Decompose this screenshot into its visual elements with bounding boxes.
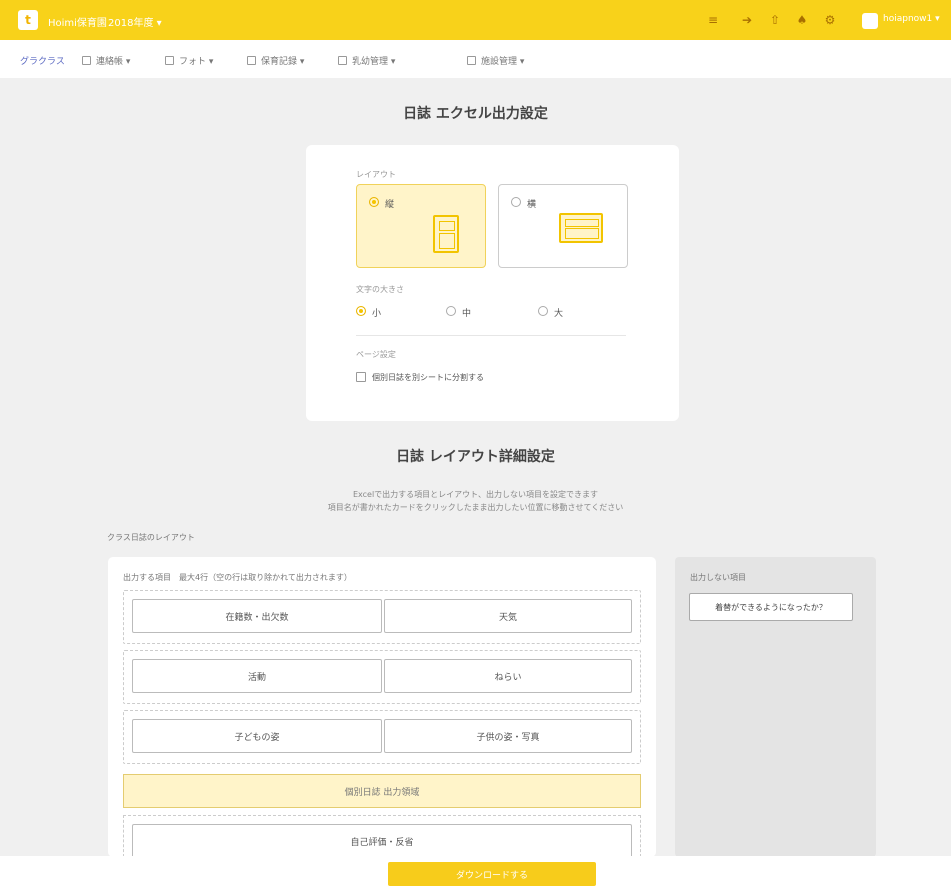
nav-item-infant-management[interactable]: 乳幼管理 ▾ (338, 54, 395, 67)
font-size-large-radio[interactable] (538, 306, 548, 316)
output-items-panel: 出力する項目 最大4行（空の行は取り除かれて出力されます） 在籍数・出欠数 天気… (108, 557, 656, 858)
landscape-layout-icon (559, 213, 603, 243)
layout-row: 子どもの姿 子供の姿・写真 (123, 710, 641, 764)
split-sheets-checkbox[interactable] (356, 372, 366, 382)
nav-item-facility-management[interactable]: 施設管理 ▾ (467, 54, 524, 67)
field-card[interactable]: 子供の姿・写真 (384, 719, 632, 753)
radio-button[interactable] (511, 197, 521, 207)
layout-option-landscape[interactable]: 横 (498, 184, 628, 268)
split-sheets-label: 個別日誌を別シートに分割する (372, 373, 484, 382)
individual-journal-output-area: 個別日誌 出力領域 (123, 774, 641, 808)
send-icon[interactable]: ➔ (739, 12, 755, 28)
gear-icon[interactable]: ⚙ (822, 12, 838, 28)
bell-icon[interactable]: ♠ (794, 12, 810, 28)
records-icon (247, 56, 256, 65)
field-card[interactable]: 在籍数・出欠数 (132, 599, 382, 633)
font-size-small-label: 小 (372, 309, 382, 319)
nav-item-photo[interactable]: フォト ▾ (165, 54, 213, 67)
nav-item-label: 連絡帳 (96, 57, 124, 67)
nav-item-class[interactable]: グラクラス (20, 54, 65, 67)
field-card[interactable]: 子どもの姿 (132, 719, 382, 753)
facility-name[interactable]: Hoimi保育園 (48, 14, 107, 29)
layout-row: 活動 ねらい (123, 650, 641, 704)
layout-description-line: 項目名が書かれたカードをクリックしたまま出力したい位置に移動させてください (327, 503, 624, 512)
excel-settings-card: レイアウト 縦 横 文字の大きさ 小 中 大 ページ設定 個別日誌を別シートに分… (306, 145, 679, 421)
field-card[interactable]: ねらい (384, 659, 632, 693)
chevron-down-icon: ▾ (299, 57, 305, 67)
font-size-large-label: 大 (554, 309, 564, 319)
nav-item-label: 施設管理 (481, 57, 518, 67)
avatar[interactable] (862, 13, 878, 29)
user-menu[interactable]: hoiapnow1 ▾ (883, 14, 940, 24)
chevron-down-icon: ▾ (390, 57, 396, 67)
nav-item-contact-book[interactable]: 連絡帳 ▾ (82, 54, 130, 67)
font-size-label: 文字の大きさ (356, 285, 404, 294)
user-name: hoiapnow1 (883, 14, 933, 24)
layout-detail-title: 日誌 レイアウト詳細設定 (396, 449, 555, 465)
layout-option-portrait[interactable]: 縦 (356, 184, 486, 268)
chevron-down-icon: ▾ (519, 57, 525, 67)
layout-description-line: Excelで出力する項目とレイアウト、出力しない項目を設定できます (352, 490, 599, 499)
sub-navigation: グラクラス 連絡帳 ▾ フォト ▾ 保育記録 ▾ 乳幼管理 ▾ 施設管理 ▾ (0, 40, 951, 78)
chevron-down-icon: ▾ (208, 57, 214, 67)
facility-icon (467, 56, 476, 65)
nav-item-label: フォト (179, 57, 207, 67)
radio-button[interactable] (369, 197, 379, 207)
app-logo-icon[interactable]: t (18, 10, 38, 30)
page-title: 日誌 エクセル出力設定 (403, 106, 548, 122)
top-bar: t Hoimi保育園 2018年度 ▾ ≡ ➔ ⇧ ♠ ⚙ hoiapnow1 … (0, 0, 951, 40)
list-icon[interactable]: ≡ (705, 12, 721, 28)
hidden-items-label: 出力しない項目 (690, 573, 746, 582)
field-card[interactable]: 活動 (132, 659, 382, 693)
font-size-medium-radio[interactable] (446, 306, 456, 316)
field-card[interactable]: 着替ができるようになったか？ (689, 593, 853, 621)
field-card[interactable]: 自己評価・反省 (132, 824, 632, 858)
nav-item-label: 乳幼管理 (352, 57, 389, 67)
year-caret-icon: ▾ (156, 18, 162, 29)
layout-option-label: 横 (527, 200, 537, 210)
year-selector[interactable]: 2018年度 ▾ (108, 14, 162, 29)
nav-item-records[interactable]: 保育記録 ▾ (247, 54, 304, 67)
download-button[interactable]: ダウンロードする (388, 862, 596, 886)
field-card[interactable]: 天気 (384, 599, 632, 633)
hidden-items-panel: 出力しない項目 着替ができるようになったか？ (675, 557, 876, 857)
font-size-medium-label: 中 (462, 309, 472, 319)
class-layout-label: クラス日誌のレイアウト (107, 533, 195, 542)
layout-label: レイアウト (356, 170, 396, 179)
upload-icon[interactable]: ⇧ (767, 12, 783, 28)
page-break-label: ページ設定 (356, 350, 396, 359)
layout-option-label: 縦 (385, 200, 395, 210)
layout-row: 在籍数・出欠数 天気 (123, 590, 641, 644)
user-caret-icon: ▾ (935, 14, 940, 24)
photo-icon (165, 56, 174, 65)
nav-item-label: 保育記録 (261, 57, 298, 67)
infant-icon (338, 56, 347, 65)
contact-book-icon (82, 56, 91, 65)
year-label: 2018年度 (108, 18, 154, 29)
layout-row: 自己評価・反省 (123, 815, 641, 858)
chevron-down-icon: ▾ (125, 57, 131, 67)
font-size-small-radio[interactable] (356, 306, 366, 316)
portrait-layout-icon (433, 215, 459, 253)
divider (356, 335, 626, 336)
output-items-label: 出力する項目 最大4行（空の行は取り除かれて出力されます） (123, 573, 352, 582)
